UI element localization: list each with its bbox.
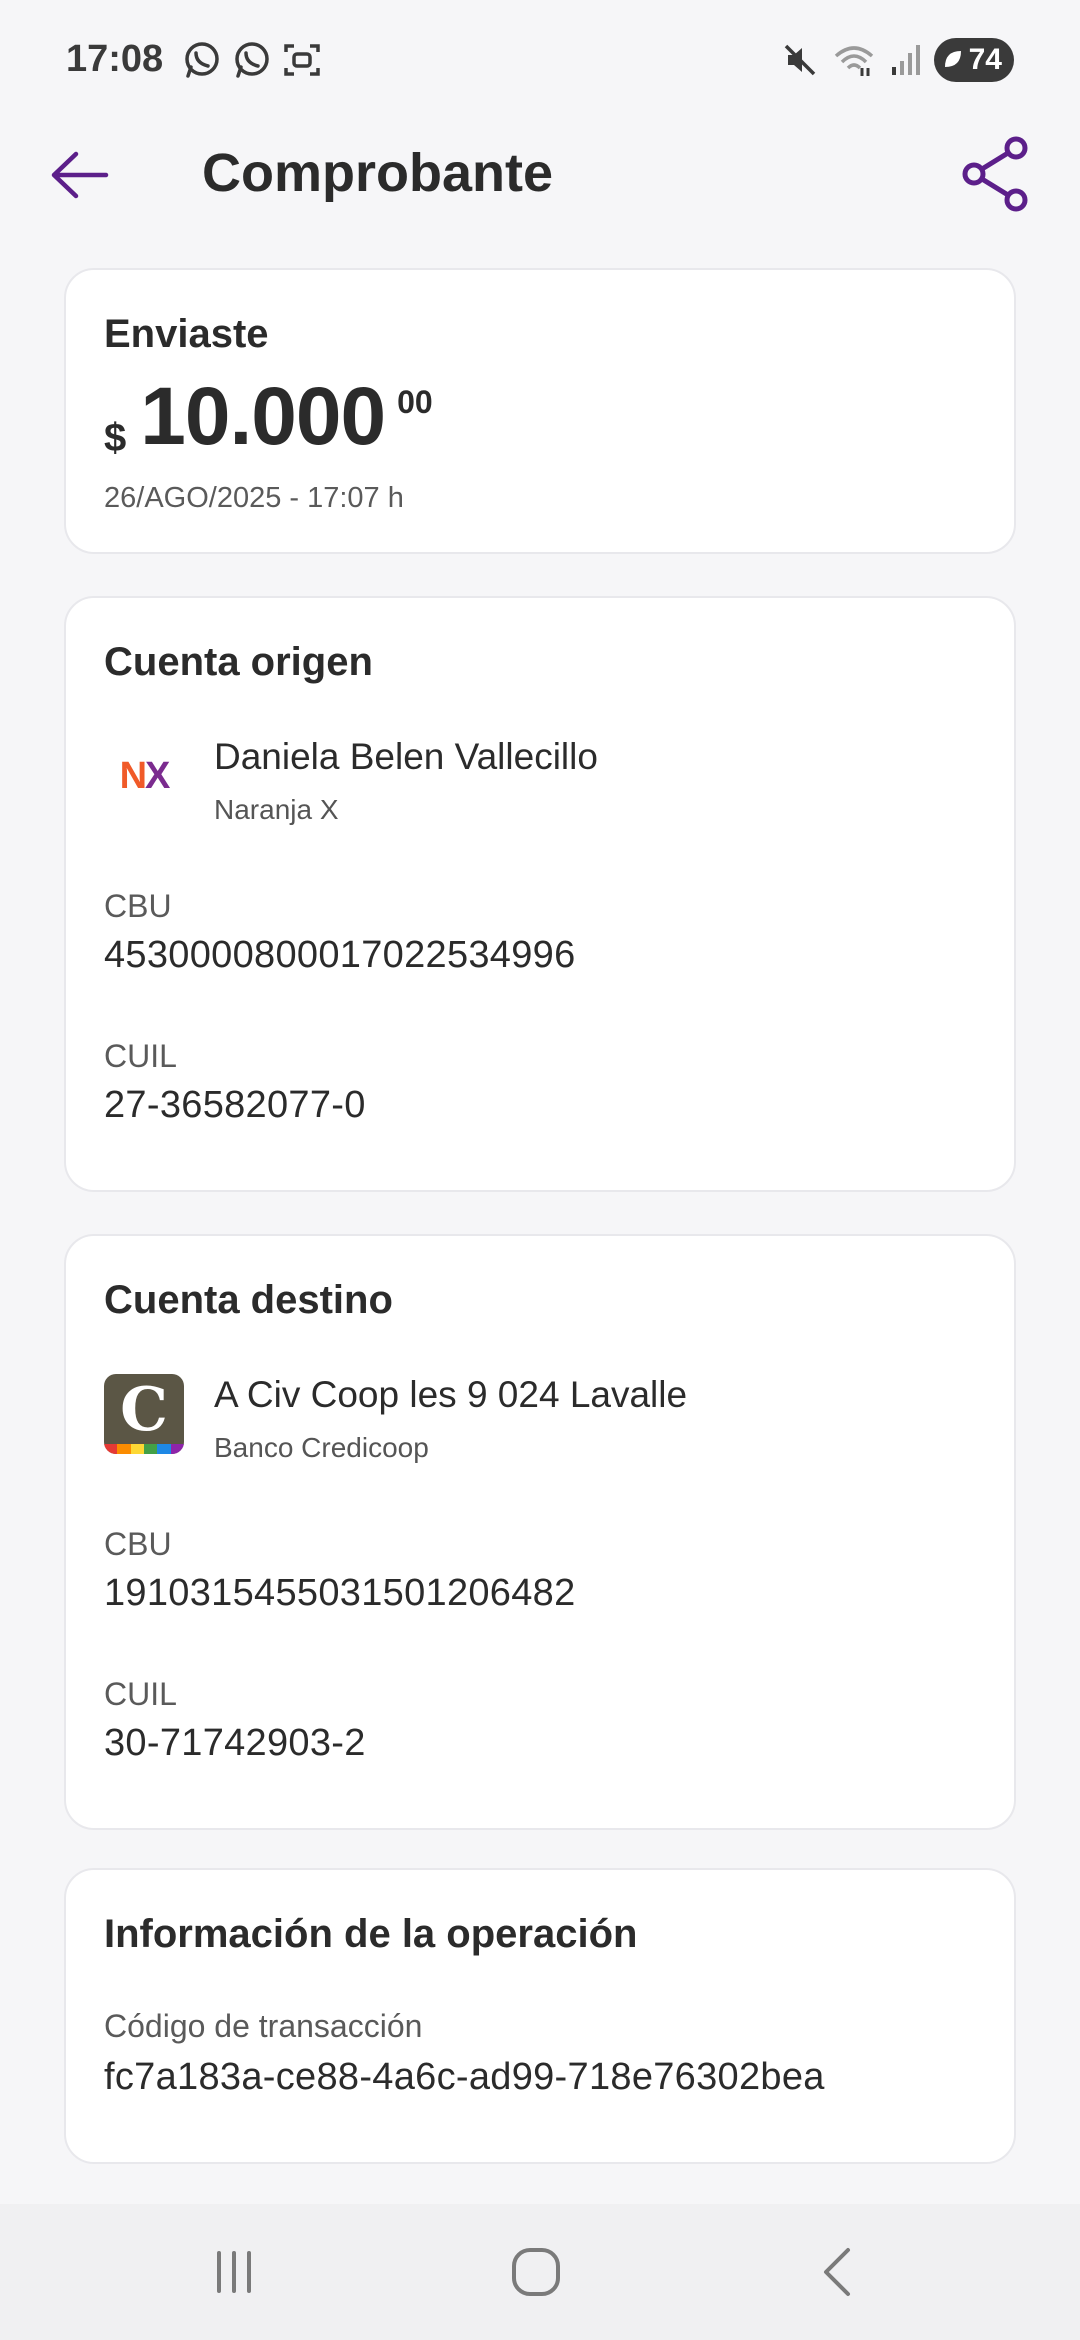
system-nav-bar: [0, 2204, 1080, 2340]
arrow-left-icon: [51, 151, 109, 199]
credicoop-logo: C: [104, 1374, 184, 1454]
battery-level: 74: [968, 43, 1002, 76]
destination-account-name: A Civ Coop les 9 024 Lavalle: [214, 1374, 688, 1415]
wifi-icon: [834, 46, 874, 76]
origin-cuil-value: 27-36582077-0: [104, 1084, 366, 1126]
recent-apps-button[interactable]: [184, 2240, 284, 2304]
origin-bank-name: Naranja X: [214, 794, 339, 825]
signal-icon: [892, 45, 920, 75]
destination-cuil-value: 30-71742903-2: [104, 1722, 366, 1764]
logo-letter-x: X: [145, 754, 170, 797]
back-button[interactable]: [44, 140, 114, 210]
destination-cbu-label: CBU: [104, 1526, 172, 1562]
naranja-x-logo: NX: [104, 736, 184, 816]
origin-account-name: Daniela Belen Vallecillo: [214, 736, 598, 777]
origin-account-card: Cuenta origen NX Daniela Belen Vallecill…: [64, 596, 1016, 1192]
status-bar: 17:08 74: [0, 0, 1080, 120]
amount-cents: 00: [397, 384, 433, 420]
share-icon: [962, 136, 1028, 212]
logo-letter: C: [120, 1375, 168, 1445]
battery-saver-icon: [945, 51, 961, 67]
back-icon: [824, 2248, 850, 2296]
home-button[interactable]: [486, 2240, 586, 2304]
status-time: 17:08: [66, 38, 164, 80]
origin-title: Cuenta origen: [104, 640, 373, 684]
logo-letter-n: N: [119, 754, 147, 797]
rainbow-stripe: [104, 1444, 184, 1454]
battery-icon: 74: [934, 38, 1014, 82]
transaction-code-label: Código de transacción: [104, 2008, 423, 2044]
amount: $ 10.000 00: [104, 370, 433, 464]
destination-cbu-value: 1910315455031501206482: [104, 1572, 576, 1614]
destination-title: Cuenta destino: [104, 1278, 393, 1322]
transfer-datetime: 26/AGO/2025 - 17:07 h: [104, 482, 404, 514]
destination-account-card: Cuenta destino C A Civ Coop les 9 024 La…: [64, 1234, 1016, 1830]
screenshot-icon: [284, 44, 320, 76]
origin-cbu-value: 4530000800017022534996: [104, 934, 576, 976]
sent-label: Enviaste: [104, 312, 269, 356]
system-icons: 74: [782, 38, 1014, 82]
notification-icons: [182, 40, 322, 80]
share-button[interactable]: [956, 134, 1036, 214]
operation-title: Información de la operación: [104, 1912, 638, 1956]
home-icon: [512, 2248, 560, 2296]
page-title: Comprobante: [202, 143, 553, 203]
amount-currency: $: [104, 416, 127, 460]
destination-bank-name: Banco Credicoop: [214, 1432, 429, 1463]
origin-cbu-label: CBU: [104, 888, 172, 924]
amount-value: 10.000: [140, 371, 386, 462]
whatsapp-icon: [185, 42, 219, 78]
mute-icon: [784, 44, 816, 76]
origin-cuil-label: CUIL: [104, 1038, 177, 1074]
operation-info-card: Información de la operación Código de tr…: [64, 1868, 1016, 2164]
transaction-code-value: fc7a183a-ce88-4a6c-ad99-718e76302bea: [104, 2056, 825, 2098]
destination-cuil-label: CUIL: [104, 1676, 177, 1712]
whatsapp-icon: [235, 42, 269, 78]
nav-back-button[interactable]: [788, 2240, 888, 2304]
transfer-summary-card: Enviaste $ 10.000 00 26/AGO/2025 - 17:07…: [64, 268, 1016, 554]
app-bar: Comprobante: [0, 120, 1080, 230]
recent-apps-icon: [217, 2251, 251, 2293]
